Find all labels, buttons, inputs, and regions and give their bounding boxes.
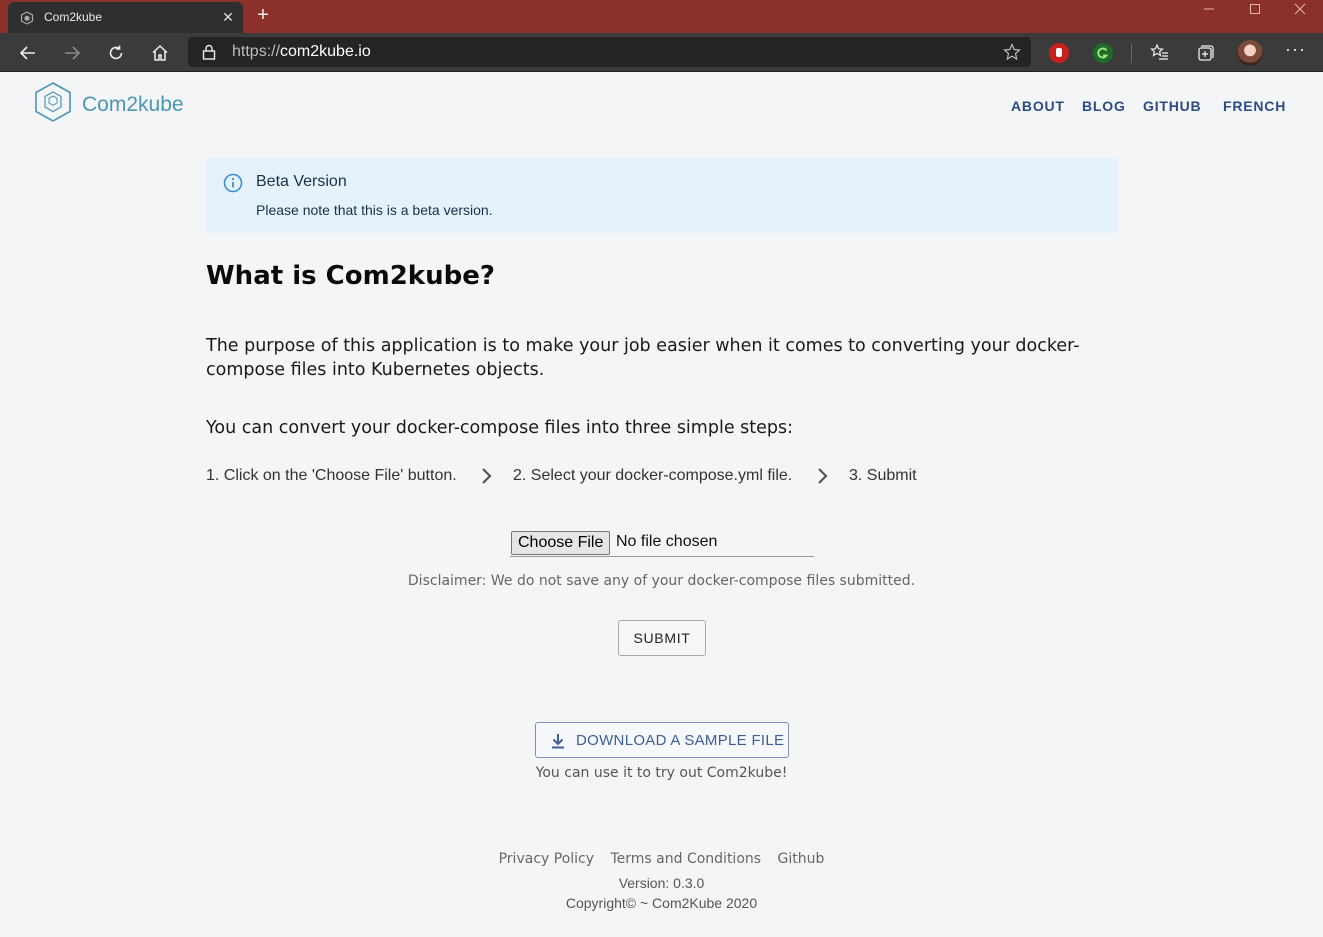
steps-intro: You can convert your docker-compose file…	[206, 418, 794, 438]
site-favicon-icon	[20, 11, 34, 25]
submit-button[interactable]: SUBMIT	[618, 620, 706, 656]
download-sample-button[interactable]: DOWNLOAD A SAMPLE FILE	[535, 722, 789, 758]
lock-icon	[202, 44, 216, 60]
toolbar-separator	[1131, 43, 1132, 63]
browser-tab[interactable]: Com2kube ✕	[8, 2, 243, 33]
alert-text: Please note that this is a beta version.	[256, 202, 493, 218]
hand-icon	[1056, 48, 1062, 57]
minimize-icon	[1204, 8, 1214, 10]
copyright-text: Copyright© ~ Com2Kube 2020	[565, 895, 758, 911]
minimize-button[interactable]	[1186, 0, 1232, 33]
adblock-extension-icon[interactable]	[1049, 43, 1069, 63]
tab-close-icon[interactable]: ✕	[219, 8, 237, 26]
home-button[interactable]	[146, 40, 174, 66]
arrow-left-icon	[19, 46, 35, 60]
favorites-button[interactable]	[1146, 40, 1174, 66]
nav-blog[interactable]: BLOG	[1082, 98, 1126, 114]
g-letter-icon	[1097, 47, 1109, 59]
footer-links: Privacy Policy Terms and Conditions Gith…	[0, 851, 1323, 867]
download-hint: You can use it to try out Com2kube!	[535, 765, 788, 781]
more-menu-button[interactable]: ···	[1285, 39, 1306, 60]
download-label: DOWNLOAD A SAMPLE FILE	[576, 732, 785, 749]
footer-link-terms[interactable]: Terms and Conditions	[610, 851, 761, 867]
browser-toolbar: https://com2kube.io ···	[0, 33, 1323, 72]
refresh-icon	[109, 45, 123, 60]
version-text: Version: 0.3.0	[618, 875, 705, 891]
info-icon	[223, 173, 243, 193]
choose-file-button[interactable]: Choose File	[511, 531, 611, 555]
step-2: 2. Select your docker-compose.yml file.	[513, 467, 793, 484]
download-icon	[552, 734, 564, 749]
home-icon	[152, 44, 168, 61]
browser-titlebar: Com2kube ✕ +	[0, 0, 1323, 33]
step-3: 3. Submit	[849, 467, 917, 484]
refresh-button[interactable]	[102, 40, 130, 66]
collections-icon	[1198, 45, 1214, 61]
profile-avatar[interactable]	[1237, 40, 1263, 66]
disclaimer-text: Disclaimer: We do not save any of your d…	[407, 573, 916, 589]
footer-link-github[interactable]: Github	[778, 851, 825, 867]
nav-french[interactable]: FRENCH	[1223, 98, 1286, 114]
maximize-button[interactable]	[1232, 0, 1278, 33]
url-text: https://com2kube.io	[232, 43, 371, 60]
com2kube-logo-icon[interactable]	[33, 81, 73, 123]
chevron-right-icon	[818, 468, 828, 484]
address-bar[interactable]: https://com2kube.io	[188, 37, 1031, 67]
beta-alert: Beta Version Please note that this is a …	[206, 158, 1118, 233]
purpose-text: The purpose of this application is to ma…	[206, 336, 1080, 380]
collections-button[interactable]	[1191, 40, 1219, 66]
chevron-right-icon	[482, 468, 492, 484]
logo-text[interactable]: Com2kube	[82, 93, 184, 117]
forward-button[interactable]	[58, 40, 86, 66]
maximize-icon	[1250, 4, 1260, 14]
step-1: 1. Click on the 'Choose File' button.	[206, 467, 457, 484]
grammar-extension-icon[interactable]	[1093, 43, 1113, 63]
back-button[interactable]	[14, 40, 42, 66]
arrow-right-icon	[65, 46, 81, 60]
tab-title: Com2kube	[44, 10, 103, 24]
footer-link-privacy[interactable]: Privacy Policy	[499, 851, 594, 867]
nav-about[interactable]: ABOUT	[1011, 98, 1065, 114]
file-status: No file chosen	[616, 533, 718, 550]
nav-github[interactable]: GITHUB	[1143, 98, 1201, 114]
new-tab-button[interactable]: +	[252, 4, 274, 28]
favorite-star-icon[interactable]	[1003, 43, 1021, 61]
file-input[interactable]: Choose File No file chosen	[510, 531, 814, 557]
close-window-button[interactable]	[1277, 0, 1323, 33]
page-title: What is Com2kube?	[206, 261, 495, 291]
close-icon	[1294, 3, 1306, 15]
alert-title: Beta Version	[256, 173, 347, 190]
favorites-list-icon	[1150, 43, 1168, 60]
page-content: Com2kube ABOUT BLOG GITHUB FRENCH Beta V…	[0, 72, 1323, 937]
